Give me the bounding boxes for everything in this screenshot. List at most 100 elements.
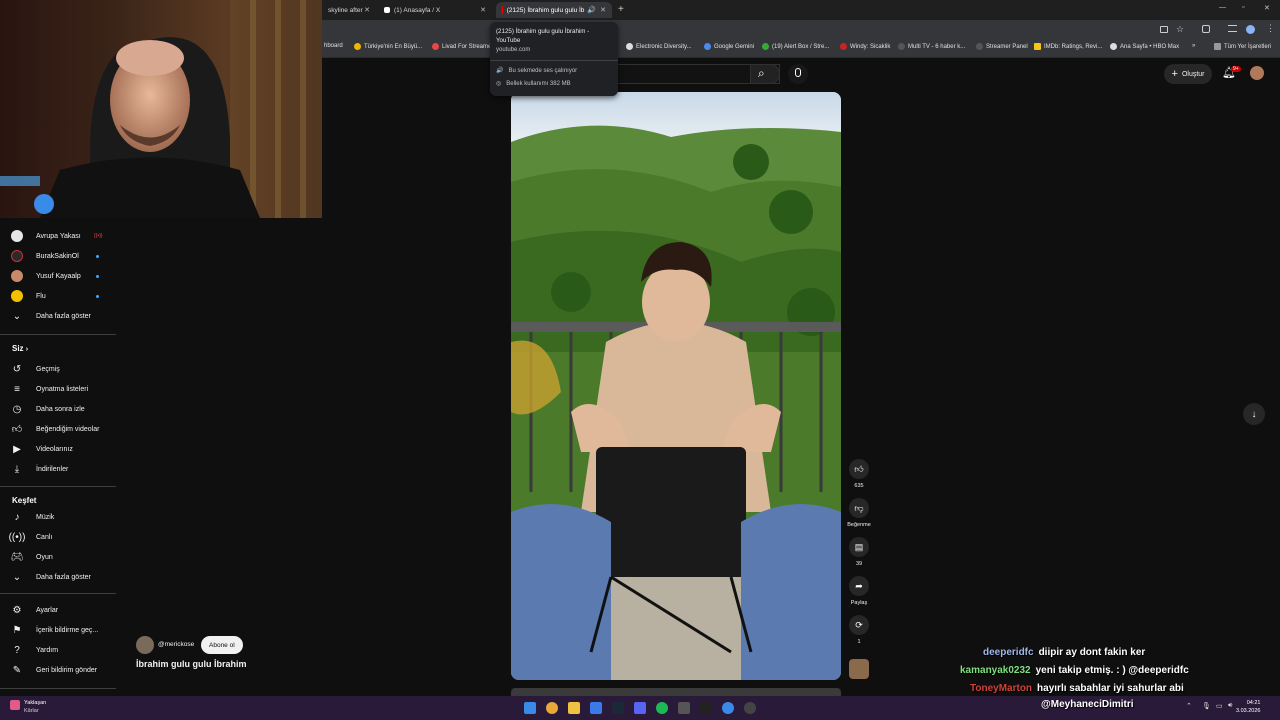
maximize-icon[interactable]: ▫ [1242,4,1244,11]
chrome-icon[interactable] [546,702,558,714]
tab-skyline[interactable]: skyline after ✕ [322,2,376,18]
search-icon: ⌕ [758,66,765,80]
sidebar-item-gaming[interactable]: 🎮︎ Oyun [0,547,120,567]
new-content-dot [96,254,99,258]
file-explorer-icon[interactable] [568,702,580,714]
sidebar-item-liked[interactable]: 👍︎ Beğendiğim videolar [0,419,120,439]
comment-icon[interactable]: ▤ [849,537,869,557]
sidebar-divider [0,486,116,487]
volume-icon[interactable]: 🔊︎ [1228,702,1232,710]
sidebar-item-your-videos[interactable]: ▶ Videolarınız [0,439,120,459]
steam-icon[interactable] [612,702,624,714]
short-title[interactable]: İbrahim gulu gulu İbrahim [136,659,247,669]
app-icon[interactable] [590,702,602,714]
sidebar-item-feedback[interactable]: ✎ Geri bildirim gönder [0,660,120,680]
comments-action[interactable]: ▤ 39 [848,537,870,567]
channel-handle[interactable]: @merickose [158,641,194,648]
microphone-icon [795,68,801,77]
sidebar-section-explore: Keşfet [12,496,37,505]
spotify-icon[interactable] [656,702,668,714]
memory-icon: ◎ [496,81,502,87]
extensions-icon[interactable] [1202,25,1210,33]
sidebar-section-you[interactable]: Siz › [12,344,28,353]
bookmark[interactable]: Streamer Panel [976,43,1028,50]
chevron-down-icon: ⌄ [12,571,22,583]
new-tab-icon[interactable]: + [618,4,624,15]
close-tab-icon[interactable]: ✕ [480,6,486,14]
tab-x-home[interactable]: (1) Anasayfa / X ✕ [378,2,492,18]
star-icon[interactable]: ☆ [1176,24,1184,35]
sidebar-item-report-history[interactable]: ⚑ İçerik bildirme geç... [0,620,120,640]
speaker-icon[interactable]: 🔊 [587,6,596,14]
bookmark[interactable]: Google Gemini [704,43,754,50]
windows-start-icon[interactable] [524,702,536,714]
sidebar-item-settings[interactable]: ⚙ Ayarlar [0,600,120,620]
bookmark[interactable]: Electronic Diversity... [626,43,692,50]
sidebar-item-live[interactable]: ((•)) Canlı [0,527,120,547]
account-avatar[interactable] [1250,66,1264,80]
short-video-player[interactable] [511,92,841,680]
tray-chevron-icon[interactable]: ⌃ [1186,702,1192,710]
sidebar-subscription[interactable]: Flu [0,286,120,306]
bookmark[interactable]: IMDb: Ratings, Revi... [1034,43,1102,50]
profile-icon[interactable] [1246,25,1255,34]
microphone-tray-icon[interactable]: 🎙︎ [1202,702,1211,710]
create-button[interactable]: + Oluştur [1164,64,1212,84]
bookmarks-overflow[interactable]: » [1192,43,1195,49]
bookmark[interactable]: Türkiye'nin En Büyü... [354,43,422,50]
bookmark[interactable]: Livad For Streamers [432,43,496,50]
taskbar-clock[interactable]: 04:21 3.03.2026 [1236,699,1260,715]
sidebar-item-help[interactable]: ? Yardım [0,640,120,660]
sidebar-show-more[interactable]: ⌄ Daha fazla göster [0,306,120,326]
thumbs-up-icon[interactable]: 👍︎ [849,459,869,479]
sidebar-item-watch-later[interactable]: ◷ Daha sonra izle [0,399,120,419]
all-bookmarks[interactable]: Tüm Yer İşaretleri [1214,43,1271,50]
discord-icon[interactable] [634,702,646,714]
media-icon[interactable] [1228,25,1237,32]
bookmark[interactable]: (19) Alert Box / Stre... [762,43,829,50]
thumbs-down-icon[interactable]: 👎︎ [849,498,869,518]
bookmark-favicon-icon [762,43,769,50]
bookmark[interactable]: Windy: Sicaklik [840,43,890,50]
sidebar-subscription[interactable]: Avrupa Yakası ((•)) [0,226,120,246]
app-icon[interactable] [700,702,712,714]
feedback-icon: ✎ [12,664,22,676]
channel-avatar[interactable] [136,636,154,654]
sidebar-item-history[interactable]: ↺ Geçmiş [0,359,120,379]
obs-icon[interactable] [744,702,756,714]
channel-avatar-icon [11,230,23,242]
next-video-arrow-icon[interactable]: ↓ [1243,403,1265,425]
chat-text: hayırlı sabahlar iyi sahurlar abi [1037,683,1184,694]
subscribe-button[interactable]: Abone ol [201,636,243,654]
sound-thumbnail[interactable] [849,659,869,679]
menu-kebab-icon[interactable]: ⋮ [1266,23,1275,34]
sidebar-subscription[interactable]: BurakSakinOl [0,246,120,266]
network-icon[interactable]: ▭ [1216,702,1223,710]
bookmark[interactable]: Ana Sayfa • HBO Max [1110,43,1179,50]
minimize-icon[interactable]: — [1219,4,1226,11]
remix-action[interactable]: ⟳ 1 [848,615,870,645]
remix-icon[interactable]: ⟳ [849,615,869,635]
sidebar-subscription[interactable]: Yusuf Kayaalp [0,266,120,286]
close-tab-icon[interactable]: ✕ [600,6,606,14]
share-icon[interactable]: ➦ [849,576,869,596]
like-action[interactable]: 👍︎ 635 [848,459,870,489]
bookmark[interactable]: Multi TV - 6 haber k... [898,43,965,50]
search-button[interactable] [750,64,780,84]
bookmark[interactable]: hboard [324,43,343,49]
weather-widget[interactable]: Yaklaşan Kârlar [24,699,46,715]
dislike-action[interactable]: 👎︎ Beğenme [847,498,871,528]
dislike-label: Beğenme [847,522,871,528]
cast-icon[interactable] [1160,26,1168,33]
sidebar-explore-more[interactable]: ⌄ Daha fazla göster [0,567,120,587]
tab-youtube-active[interactable]: (2125) İbrahim gulu gulu İb 🔊 ✕ [496,2,612,18]
youtube-favicon-icon [502,6,503,14]
close-tab-icon[interactable]: ✕ [364,6,370,14]
calculator-icon[interactable] [678,702,690,714]
sidebar-item-downloads[interactable]: ⤓ İndirilenler [0,459,120,479]
sidebar-item-playlists[interactable]: ≡ Oynatma listeleri [0,379,120,399]
close-window-icon[interactable]: ✕ [1264,4,1270,12]
app-icon[interactable] [722,702,734,714]
sidebar-item-music[interactable]: ♪ Müzik [0,507,120,527]
share-action[interactable]: ➦ Paylaş [848,576,870,606]
